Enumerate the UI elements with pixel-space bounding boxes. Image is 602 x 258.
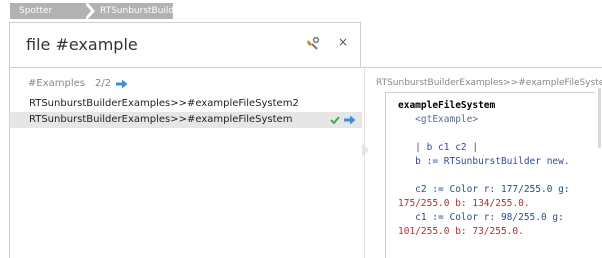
code-line: exampleFileSystem: [398, 100, 496, 111]
search-header: file #example ×: [9, 22, 361, 68]
list-item-label: RTSunburstBuilderExamples>>#exampleFileS…: [29, 114, 293, 125]
pane-divider: [364, 68, 365, 258]
scrollbar[interactable]: [598, 88, 601, 148]
category-name: #Examples: [28, 78, 85, 89]
category-count: 2/2: [94, 78, 112, 89]
code-line: 175/255.0 b: 134/255.0.: [398, 198, 530, 209]
code-line: c2 := Color r: 177/255.0 g:: [398, 184, 570, 195]
results-list: #Examples 2/2 RTSunburstBuilderExamples>>…: [10, 68, 364, 258]
code-preview[interactable]: exampleFileSystem <gtExample> | b c1 c2 …: [385, 92, 595, 258]
list-item-selected[interactable]: RTSunburstBuilderExamples>>#exampleFileS…: [10, 112, 362, 128]
preview-title: RTSunburstBuilderExamples>>#exampleFileS…: [376, 78, 602, 88]
code-line: c1 := Color r: 98/255.0 g:: [398, 212, 564, 223]
breadcrumb-label: Spotter: [19, 6, 53, 16]
close-icon[interactable]: ×: [336, 35, 350, 49]
breadcrumb-bar: Spotter RTSunburstBuilder: [0, 0, 602, 22]
category-header[interactable]: #Examples 2/2: [28, 77, 111, 91]
arrow-right-icon[interactable]: [116, 79, 128, 89]
search-input[interactable]: file #example: [26, 35, 138, 54]
breadcrumb-label: RTSunburstBuilder: [100, 6, 184, 16]
code-text: exampleFileSystem <gtExample> | b c1 c2 …: [398, 99, 570, 239]
breadcrumb-item-rtsunburstbuilder[interactable]: RTSunburstBuilder: [88, 3, 183, 19]
code-line: 101/255.0 b: 73/255.0.: [398, 226, 524, 237]
wrench-icon[interactable]: [306, 37, 320, 51]
breadcrumb-separator-arrow: [84, 3, 91, 19]
list-item-label: RTSunburstBuilderExamples>>#exampleFileS…: [29, 98, 299, 109]
arrow-right-icon[interactable]: [344, 115, 356, 125]
code-line: b := RTSunburstBuilder new.: [398, 156, 570, 167]
check-icon: [330, 116, 340, 125]
list-item[interactable]: RTSunburstBuilderExamples>>#exampleFileS…: [10, 96, 362, 112]
code-line: <gtExample>: [398, 114, 479, 125]
code-line: | b c1 c2 |: [398, 142, 479, 153]
